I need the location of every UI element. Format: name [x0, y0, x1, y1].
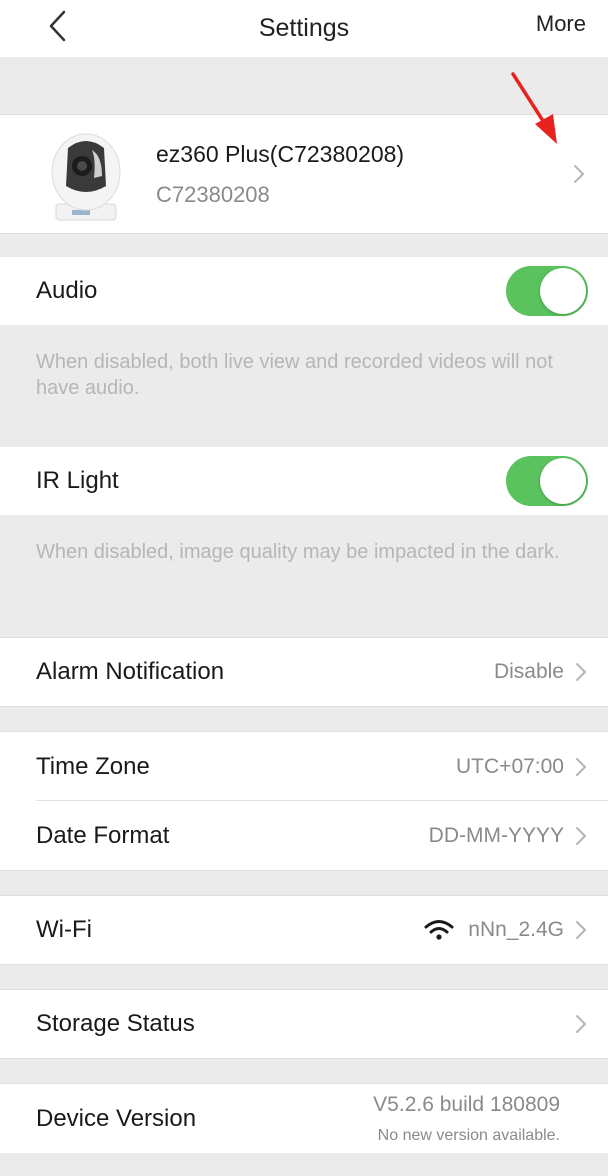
audio-toggle[interactable]: [506, 266, 588, 316]
storage-status-label: Storage Status: [36, 1010, 195, 1037]
alarm-notification-row[interactable]: Alarm Notification Disable: [0, 637, 608, 707]
toggle-knob: [540, 268, 586, 314]
page-title: Settings: [258, 14, 350, 42]
section-gap: [0, 1059, 608, 1083]
chevron-right-icon: [576, 757, 586, 776]
device-version-value: V5.2.6 build 180809: [373, 1092, 560, 1116]
ir-light-row: IR Light: [0, 447, 608, 515]
section-gap: [0, 871, 608, 895]
section-gap: [0, 707, 608, 731]
wifi-value: nNn_2.4G: [468, 918, 564, 941]
toggle-knob: [540, 458, 586, 504]
audio-label: Audio: [36, 277, 98, 304]
time-zone-label: Time Zone: [36, 752, 150, 780]
device-version-label: Device Version: [36, 1104, 197, 1132]
more-button[interactable]: More: [536, 11, 586, 37]
date-format-row[interactable]: Date Format DD-MM-YYYY: [0, 801, 608, 871]
chevron-right-icon: [576, 921, 586, 939]
ir-light-label: IR Light: [36, 467, 119, 494]
chevron-right-icon: [574, 165, 584, 183]
audio-hint: When disabled, both live view and record…: [0, 325, 608, 447]
time-zone-row[interactable]: Time Zone UTC+07:00: [0, 731, 608, 801]
camera-thumbnail: [51, 133, 121, 221]
chevron-right-icon: [576, 663, 586, 681]
alarm-notification-value: Disable: [493, 660, 564, 683]
chevron-right-icon: [576, 826, 586, 845]
section-gap: [0, 965, 608, 989]
wifi-row[interactable]: Wi-Fi nNn_2.4G: [0, 895, 608, 965]
date-format-value: DD-MM-YYYY: [428, 823, 564, 847]
date-format-label: Date Format: [36, 821, 170, 849]
device-names: ez360 Plus(C72380208) C72380208: [156, 141, 404, 208]
annotation-arrow-icon: [511, 72, 557, 144]
device-version-status: No new version available.: [377, 1126, 560, 1144]
nav-bar: Settings More: [0, 0, 608, 57]
ir-light-toggle[interactable]: [506, 456, 588, 506]
audio-row: Audio: [0, 257, 608, 325]
ir-light-hint: When disabled, image quality may be impa…: [0, 515, 608, 637]
device-serial: C72380208: [156, 181, 270, 207]
time-zone-value: UTC+07:00: [456, 754, 564, 778]
wifi-label: Wi-Fi: [36, 916, 92, 943]
section-gap: [0, 233, 608, 257]
device-name: ez360 Plus(C72380208): [156, 140, 405, 167]
chevron-left-icon: [49, 10, 66, 42]
storage-status-row[interactable]: Storage Status: [0, 989, 608, 1059]
alarm-notification-label: Alarm Notification: [36, 658, 225, 685]
device-version-row: Device Version V5.2.6 build 180809 No ne…: [0, 1083, 608, 1153]
chevron-right-icon: [576, 1015, 586, 1033]
back-button[interactable]: [38, 6, 78, 46]
wifi-icon: [424, 920, 454, 940]
